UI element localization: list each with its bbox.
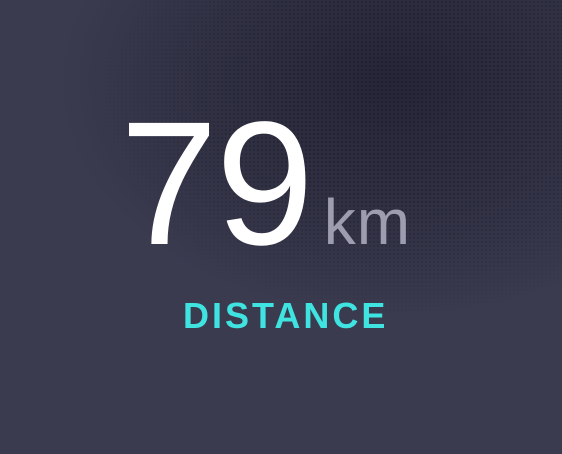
distance-card: 79 km DISTANCE: [0, 0, 562, 454]
distance-metric: 79 km: [120, 96, 411, 272]
distance-value: 79: [120, 86, 314, 282]
distance-unit: km: [323, 186, 412, 258]
distance-label: DISTANCE: [183, 295, 389, 336]
